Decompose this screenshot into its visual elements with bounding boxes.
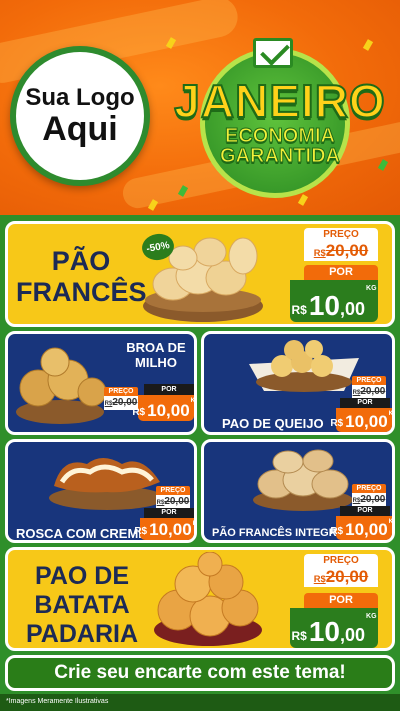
old-price: R$20,00 [304,241,378,261]
product-card-pao-frances-integral[interactable]: PÃO FRANCÊS INTEGRAL PREÇO R$20,00 POR R… [201,439,395,543]
preco-label: PREÇO [352,484,386,493]
disclaimer-text: *Imagens Meramente Ilustrativas [6,698,109,705]
product-name-line2: BATATA [34,591,130,619]
old-price: R$20,00 [304,567,378,587]
header-banner: Sua Logo Aqui JANEIRO ECONOMIA GARANTIDA [0,0,400,215]
price-value: 10,00 [149,520,192,539]
confetti [362,39,374,51]
product-name: PAO DE BATATA PADARIA [12,562,152,648]
pao-de-batata-image [154,552,262,646]
price-unit: KG [192,521,197,527]
price-integer: 10 [308,616,340,647]
price-unit: KG [388,411,394,417]
price-unit: KG [190,398,196,404]
product-name: ROSCA COM CREME [16,526,147,541]
logo-text-line2: Aqui [42,110,118,149]
new-price: R$ 10,00 KG [330,408,394,432]
por-label: POR [304,265,378,280]
pao-integral-image [253,449,353,511]
price-value: 10,00 [147,401,190,420]
new-price: R$ 10,00 KG [134,518,197,540]
old-price: R$20,00 [352,385,386,398]
campaign-subtitle-line1: ECONOMIA [225,125,336,147]
new-price: R$ 10,00 KG [330,516,394,540]
cta-banner[interactable]: Crie seu encarte com este tema! [5,655,395,691]
preco-label: PREÇO [352,376,386,385]
price-unit: KG [366,613,377,620]
old-price-currency: R$ [313,574,326,584]
product-card-rosca-com-creme[interactable]: ROSCA COM CREME PREÇO R$20,00 POR R$ 10,… [5,439,197,543]
price-currency: R$ [330,526,344,537]
price-integer: 10 [308,290,340,321]
product-name-line1: BROA DE [126,340,186,355]
campaign-subtitle-line2: GARANTIDA [220,145,341,167]
old-price-value: 20,00 [360,494,386,505]
preco-label: PREÇO [156,486,190,495]
old-price-value: 20,00 [360,386,386,397]
product-card-pao-frances[interactable]: PÃO FRANCÊS -50% PREÇO R$20,00 POR R$ 10… [5,221,395,327]
price-currency: R$ [330,418,344,429]
por-label: POR [304,593,378,608]
old-price-currency: R$ [313,248,326,258]
new-price: R$ 10,00 KG [290,280,378,322]
campaign-subtitle: ECONOMIA GARANTIDA [172,125,388,167]
price-currency: R$ [291,303,307,317]
product-name-line2: FRANCÊS [16,277,147,307]
por-label: POR [144,508,194,518]
product-card-pao-de-batata[interactable]: PAO DE BATATA PADARIA PREÇO R$20,00 POR … [5,547,395,651]
logo-placeholder: Sua Logo Aqui [10,46,150,186]
product-name-line1: PAO DE [35,562,129,590]
preco-label: PREÇO [104,387,138,396]
product-name-line2: MILHO [135,355,177,370]
product-name: PÃO FRANCÊS [16,246,147,308]
price-decimal: ,00 [339,625,366,645]
price-unit: KG [366,285,377,292]
product-name-line1: PÃO [51,246,111,276]
broa-image [16,347,107,424]
rosca-image [49,458,165,510]
product-name-line3: PADARIA [25,620,139,648]
old-price-value: 20,00 [325,241,369,260]
por-label: POR [144,384,194,395]
price-currency: R$ [134,526,148,537]
old-price: R$20,00 [156,495,190,508]
preco-label: PREÇO [304,228,378,241]
price-value: 10,00 [345,520,388,539]
old-price: R$20,00 [352,493,386,506]
old-price-value: 20,00 [164,496,190,507]
price-value: 10,00 [345,412,388,431]
product-name: BROA DE MILHO [116,340,194,370]
new-price: R$ 10,00 KG [290,608,378,648]
preco-label: PREÇO [304,554,378,567]
new-price: R$ 10,00 KG [132,395,196,421]
product-name: PAO DE QUEIJO [222,416,324,431]
pao-de-queijo-image [249,340,359,392]
price-currency: R$ [132,407,146,418]
price-decimal: ,00 [339,299,366,319]
logo-text-line1: Sua Logo [25,84,135,112]
por-label: POR [340,506,390,516]
por-label: POR [340,398,390,408]
campaign-title: JANEIRO [173,74,386,128]
product-card-broa-de-milho[interactable]: BROA DE MILHO PREÇO R$20,00 POR R$ 10,00… [5,331,197,435]
old-price-value: 20,00 [325,567,369,586]
price-currency: R$ [291,629,307,643]
price-unit: KG [388,519,394,525]
product-card-pao-de-queijo[interactable]: PAO DE QUEIJO PREÇO R$20,00 POR R$ 10,00… [201,331,395,435]
envelope-check-icon [253,38,293,68]
confetti [297,194,309,206]
